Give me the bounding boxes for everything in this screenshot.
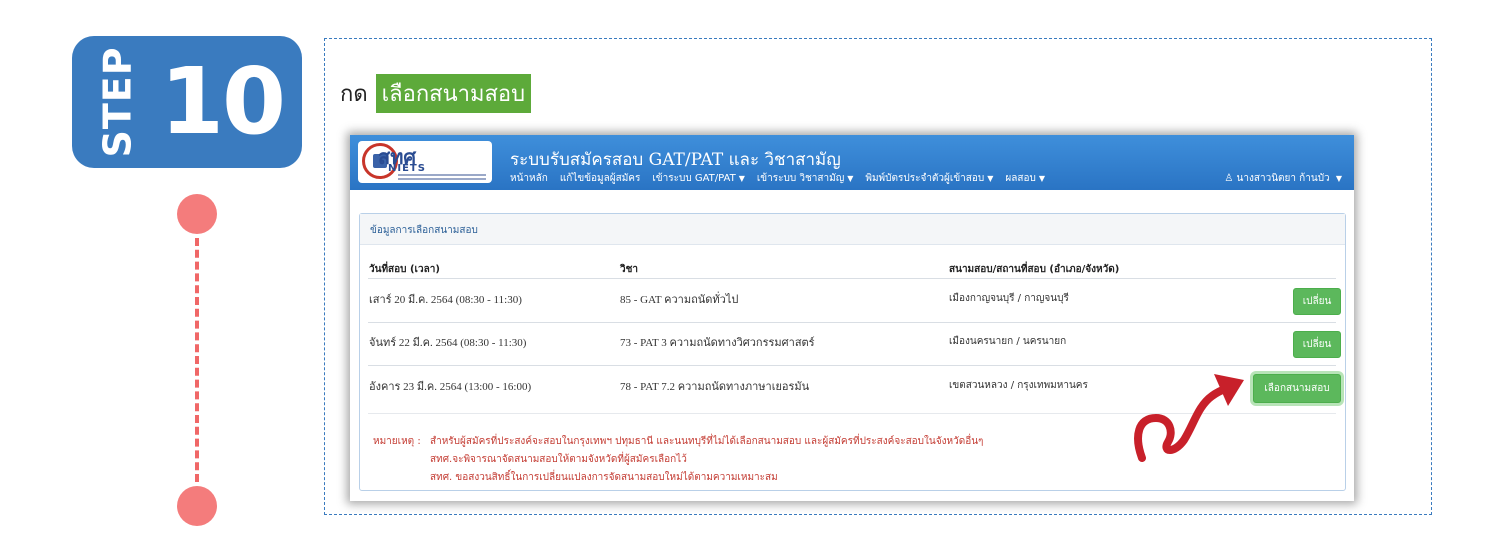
row-venue: เมืองกาญจนบุรี / กาญจนบุรี (949, 293, 1069, 304)
caret-down-icon: ▼ (987, 174, 994, 183)
logo-sub-text: NIETS (388, 163, 426, 174)
logo-caption-line (398, 178, 486, 180)
caret-down-icon: ▼ (738, 174, 745, 183)
nav-item-label: ผลสอบ (1005, 173, 1036, 184)
niets-logo[interactable]: สทศ NIETS (358, 141, 492, 183)
panel-header: ข้อมูลการเลือกสนามสอบ (360, 214, 1345, 245)
caret-down-icon: ▼ (847, 174, 854, 183)
instruction: กด เลือกสนามสอบ (340, 74, 532, 113)
change-venue-button[interactable]: เปลี่ยน (1293, 288, 1341, 315)
step-label: STEP (96, 46, 141, 158)
nav-item-print-card[interactable]: พิมพ์บัตรประจำตัวผู้เข้าสอบ ▼ (865, 171, 993, 186)
timeline-dashed-line (195, 238, 199, 482)
column-header-venue: สนามสอบ/สถานที่สอบ (อำเภอ/จังหวัด) (949, 264, 1120, 275)
caret-down-icon: ▼ (1038, 174, 1045, 183)
nav-item-label: หน้าหลัก (510, 173, 548, 184)
nav-menu: หน้าหลัก แก้ไขข้อมูลผู้สมัคร เข้าระบบ GA… (510, 171, 1057, 186)
note-label: หมายเหตุ : (373, 436, 421, 447)
user-name: นางสาวนิตยา ก้านบัว (1236, 173, 1330, 184)
nav-item-home[interactable]: หน้าหลัก (510, 171, 548, 186)
nav-item-label: พิมพ์บัตรประจำตัวผู้เข้าสอบ (865, 173, 985, 184)
panel-title: ข้อมูลการเลือกสนามสอบ (370, 225, 478, 236)
nav-item-label: เข้าระบบ วิชาสามัญ (756, 173, 845, 184)
divider (368, 322, 1336, 323)
nav-item-label: เข้าระบบ GAT/PAT (652, 173, 736, 184)
curved-arrow-icon (1134, 374, 1244, 462)
timeline-dot-bottom (177, 486, 217, 526)
note-line: สทศ.จะพิจารณาจัดสนามสอบให้ตามจังหวัดที่ผ… (430, 454, 687, 465)
nav-item-gatpat[interactable]: เข้าระบบ GAT/PAT ▼ (652, 171, 745, 186)
note-line: สำหรับผู้สมัครที่ประสงค์จะสอบในกรุงเทพฯ … (430, 436, 984, 447)
nav-item-edit-profile[interactable]: แก้ไขข้อมูลผู้สมัคร (560, 171, 641, 186)
row-subject: 78 - PAT 7.2 ความถนัดทางภาษาเยอรมัน (620, 381, 810, 393)
divider (368, 278, 1336, 279)
step-word: STEP (78, 46, 158, 157)
caret-down-icon: ▼ (1335, 174, 1342, 183)
row-subject: 73 - PAT 3 ความถนัดทางวิศวกรรมศาสตร์ (620, 337, 815, 349)
note-line: สทศ. ขอสงวนสิทธิ์ในการเปลี่ยนแปลงการจัดส… (430, 472, 778, 483)
top-navbar: สทศ NIETS ระบบรับสมัครสอบ GAT/PAT และ วิ… (350, 135, 1354, 190)
column-header-date: วันที่สอบ (เวลา) (369, 264, 440, 275)
user-menu[interactable]: ♙ นางสาวนิตยา ก้านบัว ▼ (1224, 171, 1342, 186)
row-venue: เมืองนครนายก / นครนายก (949, 336, 1067, 347)
row-date: อังคาร 23 มี.ค. 2564 (13:00 - 16:00) (369, 381, 532, 393)
select-venue-button[interactable]: เลือกสนามสอบ (1253, 374, 1341, 403)
change-venue-button[interactable]: เปลี่ยน (1293, 331, 1341, 358)
nav-item-common-subjects[interactable]: เข้าระบบ วิชาสามัญ ▼ (757, 171, 854, 186)
instruction-highlight: เลือกสนามสอบ (375, 74, 532, 113)
row-venue: เขตสวนหลวง / กรุงเทพมหานคร (949, 380, 1088, 391)
system-title: ระบบรับสมัครสอบ GAT/PAT และ วิชาสามัญ (510, 150, 841, 170)
user-icon: ♙ (1224, 173, 1234, 184)
step-badge: STEP 10 (72, 36, 302, 168)
row-subject: 85 - GAT ความถนัดทั่วไป (620, 294, 739, 306)
nav-item-results[interactable]: ผลสอบ ▼ (1005, 171, 1045, 186)
timeline-dot-top (177, 194, 217, 234)
row-date: จันทร์ 22 มี.ค. 2564 (08:30 - 11:30) (369, 337, 527, 349)
step-number: 10 (160, 48, 286, 155)
logo-caption-line (398, 174, 486, 176)
instruction-prefix: กด (340, 82, 368, 107)
nav-item-label: แก้ไขข้อมูลผู้สมัคร (559, 173, 641, 184)
row-date: เสาร์ 20 มี.ค. 2564 (08:30 - 11:30) (369, 294, 522, 306)
column-header-subject: วิชา (620, 264, 639, 275)
